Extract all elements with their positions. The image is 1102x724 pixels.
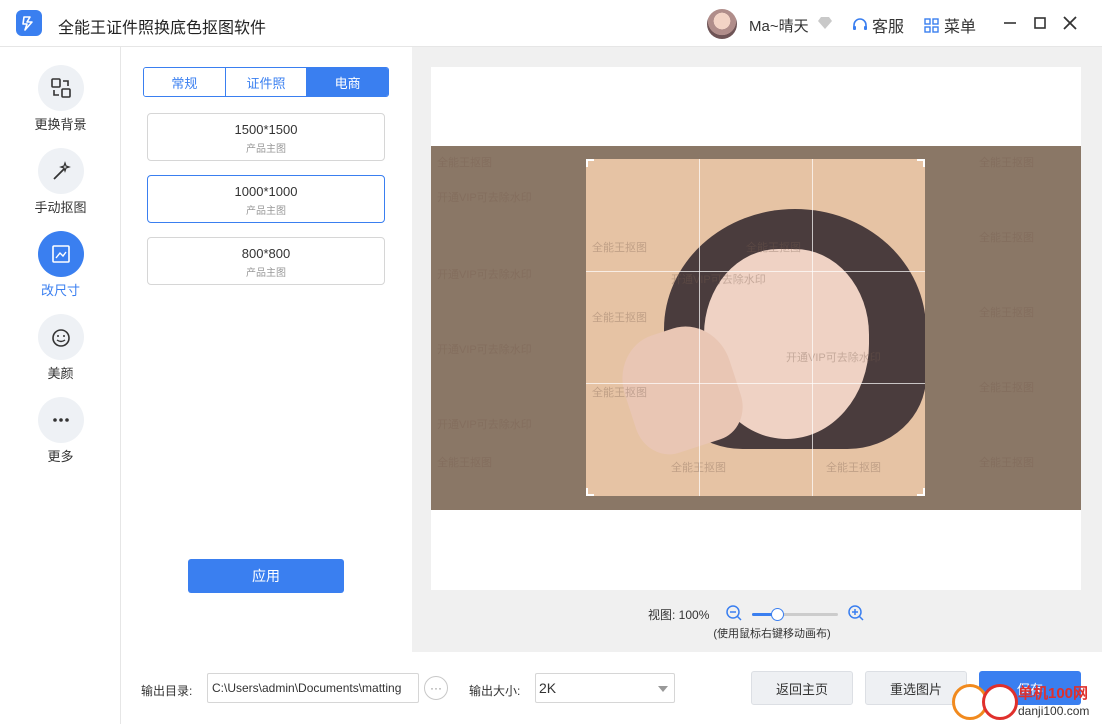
size-option-1500[interactable]: 1500*1500 产品主图 (147, 113, 385, 161)
menu-label: 菜单 (944, 19, 977, 36)
watermark: 开通VIP可去除水印 (786, 352, 881, 364)
chevron-down-icon (658, 686, 668, 692)
canvas-hint: (使用鼠标右键移动画布) (713, 628, 831, 640)
size-value: 1000*1000 (234, 184, 298, 199)
output-size-label: 输出大小: (469, 684, 521, 698)
resize-icon (37, 231, 84, 277)
close-icon[interactable] (1061, 14, 1079, 32)
tab-general[interactable]: 常规 (144, 68, 226, 96)
crop-grid-line (586, 383, 925, 384)
watermark: 开通VIP可去除水印 (437, 344, 532, 356)
zoom-in-icon[interactable] (847, 604, 865, 622)
headset-icon (853, 18, 867, 30)
watermark: 全能王抠图 (746, 242, 801, 254)
watermark: 全能王抠图 (592, 242, 647, 254)
watermark: 开通VIP可去除水印 (437, 192, 532, 204)
sidebar-item-more[interactable]: 更多 (0, 397, 121, 465)
browse-button[interactable]: ··· (424, 676, 448, 700)
watermark: 开通VIP可去除水印 (437, 269, 532, 281)
sidebar-item-label: 手动抠图 (34, 200, 87, 215)
site-logo-icon (982, 684, 1018, 720)
back-home-button[interactable]: 返回主页 (751, 671, 853, 705)
apply-button[interactable]: 应用 (188, 559, 344, 593)
grid-icon (924, 17, 939, 33)
magic-wand-icon (37, 148, 84, 194)
site-watermark: 单机100网 danji100.com (952, 680, 1102, 724)
site-brand: 单机100网 (1018, 685, 1089, 702)
tab-id-photo[interactable]: 证件照 (225, 68, 308, 96)
username[interactable]: Ma~晴天 (749, 15, 809, 36)
output-size-value: 2K (539, 680, 557, 696)
watermark: 全能王抠图 (979, 457, 1034, 469)
crop-grid-line (699, 159, 700, 496)
watermark: 全能王抠图 (592, 387, 647, 399)
crop-grid-line (586, 271, 925, 272)
sidebar-item-change-background[interactable]: 更换背景 (0, 65, 121, 133)
zoom-slider-handle[interactable] (771, 608, 785, 621)
maximize-icon[interactable] (1031, 14, 1049, 32)
watermark: 开通VIP可去除水印 (437, 419, 532, 431)
crop-box[interactable]: 全能王抠图 开通VIP可去除水印 全能王抠图 全能王抠图 开通VIP可去除水印 … (586, 159, 925, 496)
crop-handle-bottom-left[interactable] (586, 488, 594, 496)
watermark: 全能王抠图 (979, 382, 1034, 394)
watermark: 全能王抠图 (437, 457, 492, 469)
preview-area: 全能王抠图 开通VIP可去除水印 全能王抠图 全能王抠图 开通VIP可去除水印 … (412, 47, 1102, 652)
diamond-icon (818, 17, 832, 29)
size-option-1000[interactable]: 1000*1000 产品主图 (147, 175, 385, 223)
output-dir-label: 输出目录: (141, 684, 193, 698)
output-dir-field[interactable]: C:\Users\admin\Documents\matting (207, 673, 419, 703)
watermark: 全能王抠图 (979, 232, 1034, 244)
sidebar-item-label: 改尺寸 (40, 283, 80, 298)
sidebar-item-label: 更多 (47, 449, 74, 464)
app-logo-icon (16, 10, 42, 36)
crop-grid-line (812, 159, 813, 496)
watermark: 全能王抠图 (979, 157, 1034, 169)
site-url: danji100.com (1018, 704, 1090, 718)
crop-handle-bottom-right[interactable] (917, 488, 925, 496)
watermark: 全能王抠图 (979, 307, 1034, 319)
app-title: 全能王证件照换底色抠图软件 (58, 20, 267, 37)
output-size-select[interactable]: 2K (535, 673, 675, 703)
category-tabs: 常规 证件照 电商 (143, 67, 389, 97)
tab-ecommerce[interactable]: 电商 (307, 68, 388, 96)
preview-canvas[interactable]: 全能王抠图 开通VIP可去除水印 全能王抠图 全能王抠图 开通VIP可去除水印 … (431, 67, 1081, 590)
sidebar-item-label: 更换背景 (34, 117, 87, 132)
sidebar-item-beauty[interactable]: 美颜 (0, 314, 121, 382)
size-caption: 产品主图 (246, 144, 286, 155)
service-button[interactable]: 客服 (852, 13, 904, 37)
avatar[interactable] (707, 9, 737, 39)
sidebar: 更换背景 手动抠图 改尺寸 美颜 更多 (0, 47, 121, 724)
watermark: 全能王抠图 (592, 312, 647, 324)
size-caption: 产品主图 (246, 206, 286, 217)
service-label: 客服 (872, 19, 905, 36)
minimize-icon[interactable] (1001, 14, 1019, 32)
size-panel: 常规 证件照 电商 1500*1500 产品主图 1000*1000 产品主图 … (122, 47, 412, 652)
sidebar-item-resize[interactable]: 改尺寸 (0, 231, 121, 299)
watermark: 全能王抠图 (826, 462, 881, 474)
title-bar: 全能王证件照换底色抠图软件 Ma~晴天 客服 菜单 (0, 0, 1102, 47)
zoom-slider[interactable] (752, 608, 838, 621)
menu-button[interactable]: 菜单 (924, 13, 976, 37)
crop-handle-top-right[interactable] (917, 159, 925, 167)
size-caption: 产品主图 (246, 268, 286, 279)
zoom-out-icon[interactable] (725, 604, 743, 622)
sidebar-item-label: 美颜 (47, 366, 74, 381)
size-value: 800*800 (241, 246, 291, 261)
smile-icon (37, 314, 84, 360)
zoom-label: 视图: 100% (648, 608, 710, 622)
watermark: 全能王抠图 (437, 157, 492, 169)
size-value: 1500*1500 (234, 122, 298, 137)
sidebar-item-manual-cutout[interactable]: 手动抠图 (0, 148, 121, 216)
more-icon (37, 397, 84, 443)
crop-handle-top-left[interactable] (586, 159, 594, 167)
swap-icon (37, 65, 84, 111)
watermark: 开通VIP可去除水印 (671, 274, 766, 286)
photo-background: 全能王抠图 开通VIP可去除水印 全能王抠图 全能王抠图 开通VIP可去除水印 … (431, 146, 1081, 510)
zoom-control: 视图: 100% (412, 604, 1102, 624)
size-option-800[interactable]: 800*800 产品主图 (147, 237, 385, 285)
